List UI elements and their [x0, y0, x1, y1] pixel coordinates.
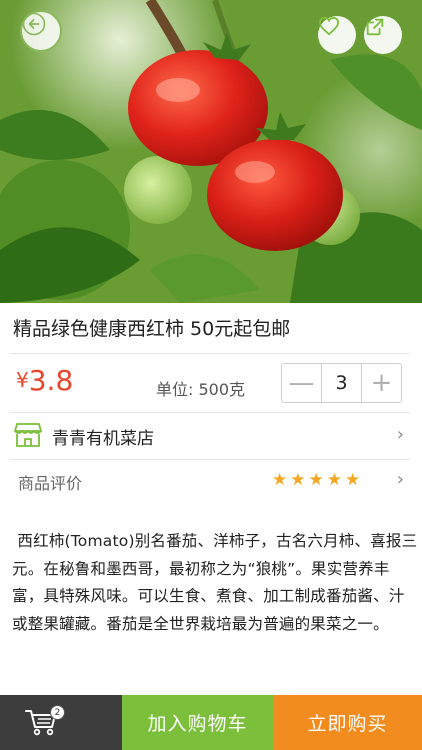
arrow-left-icon: [22, 12, 46, 36]
section-spacer: [0, 504, 422, 518]
quantity-value[interactable]: 3: [321, 364, 362, 402]
star-icon: ★: [290, 470, 306, 490]
unit-label: 单位: 500克: [156, 380, 246, 399]
product-price: ¥3.8: [16, 364, 73, 397]
star-icon: ★: [272, 470, 288, 490]
shop-name: 青青有机菜店: [52, 429, 154, 449]
product-hero-image: [0, 0, 422, 303]
cart-count-badge: 2: [50, 705, 65, 720]
buy-now-button[interactable]: 立即购买: [273, 695, 422, 750]
shop-row[interactable]: 青青有机菜店 ›: [10, 414, 410, 458]
back-button[interactable]: [20, 10, 62, 52]
star-icon: ★: [308, 470, 324, 490]
storefront-icon: [14, 423, 42, 447]
chevron-right-icon: ›: [396, 469, 404, 490]
divider: [10, 353, 410, 354]
heart-icon: [318, 16, 340, 36]
decrease-quantity-button[interactable]: —: [282, 364, 321, 402]
add-to-cart-button[interactable]: 加入购物车: [122, 695, 273, 750]
cart-button[interactable]: 2: [0, 695, 122, 750]
divider: [10, 412, 410, 413]
share-button[interactable]: [364, 16, 402, 54]
tomato-photo: [0, 0, 422, 303]
reviews-row[interactable]: 商品评价 ★ ★ ★ ★ ★ ›: [10, 460, 410, 502]
bottom-action-bar: 2 加入购物车 立即购买: [0, 695, 422, 750]
product-description: 西红柿(Tomato)别名番茄、洋柿子，古名六月柿、喜报三元。在秘鲁和墨西哥，最…: [12, 532, 418, 633]
reviews-label: 商品评价: [18, 474, 83, 493]
favorite-button[interactable]: [318, 16, 356, 54]
rating-stars: ★ ★ ★ ★ ★: [272, 470, 360, 490]
price-value: 3.8: [28, 364, 74, 397]
chevron-right-icon: ›: [396, 424, 404, 445]
share-icon: [366, 18, 384, 36]
star-icon: ★: [345, 470, 361, 490]
quantity-stepper: — 3 +: [281, 363, 402, 403]
product-title: 精品绿色健康西红柿 50元起包邮: [13, 318, 291, 340]
star-icon: ★: [326, 470, 342, 490]
currency-symbol: ¥: [16, 368, 29, 392]
increase-quantity-button[interactable]: +: [362, 364, 401, 402]
